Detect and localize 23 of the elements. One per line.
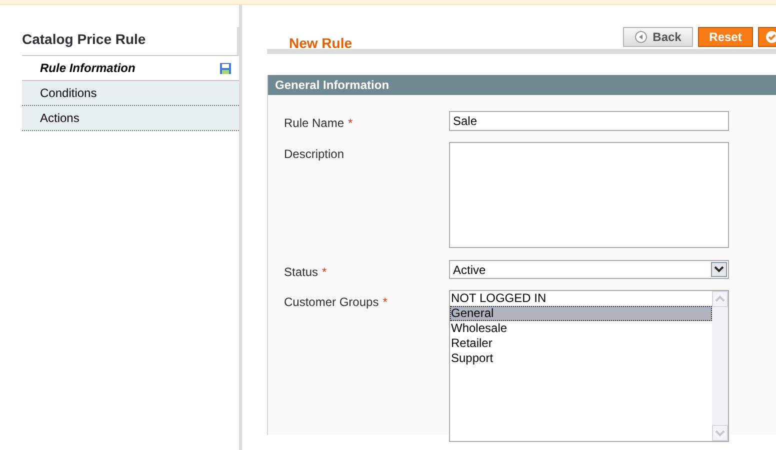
sidebar-tab[interactable]: Conditions bbox=[22, 81, 239, 106]
field-label: Rule Name * bbox=[284, 116, 353, 130]
field-label: Customer Groups * bbox=[284, 295, 388, 309]
field-label: Description bbox=[284, 147, 344, 161]
field-label: Status * bbox=[284, 265, 327, 279]
scrollbar[interactable] bbox=[712, 291, 728, 441]
scroll-up-icon[interactable] bbox=[712, 291, 728, 307]
list-option[interactable]: General bbox=[450, 306, 712, 321]
customer-groups-list[interactable]: NOT LOGGED IN General Wholesale Retailer Support bbox=[449, 290, 729, 442]
back-button[interactable]: Back bbox=[623, 27, 693, 47]
status-select[interactable]: Active bbox=[449, 260, 729, 279]
sidebar-title: Catalog Price Rule bbox=[22, 31, 146, 47]
rule-name-field[interactable]: Sale bbox=[449, 111, 729, 131]
list-option[interactable]: Support bbox=[450, 351, 712, 366]
list-option[interactable]: Retailer bbox=[450, 336, 712, 351]
list-option[interactable]: Wholesale bbox=[450, 321, 712, 336]
page-title: New Rule bbox=[288, 34, 352, 53]
sidebar-tab[interactable]: Actions bbox=[22, 106, 239, 131]
scroll-down-icon[interactable] bbox=[712, 425, 728, 441]
description-field[interactable] bbox=[449, 142, 729, 248]
checkmark-icon bbox=[766, 31, 776, 43]
section-header: General Information bbox=[268, 75, 776, 95]
list-option[interactable]: NOT LOGGED IN bbox=[450, 291, 712, 306]
